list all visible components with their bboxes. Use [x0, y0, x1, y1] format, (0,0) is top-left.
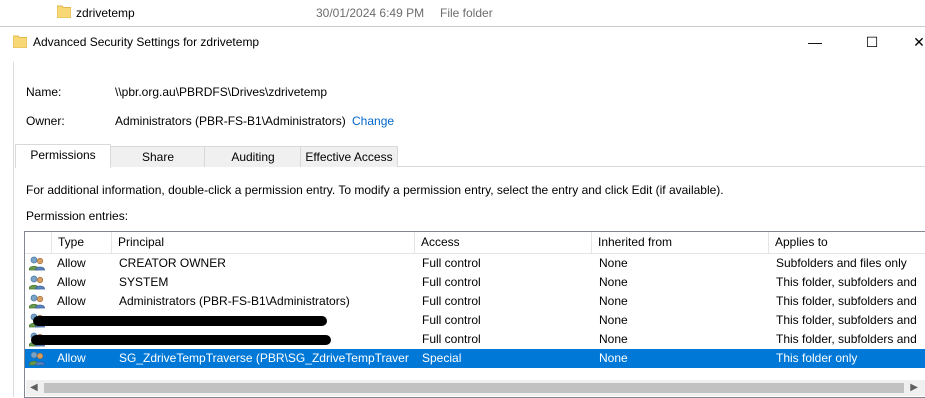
scroll-right-icon[interactable]: ▶ [910, 382, 918, 393]
table-row[interactable]: Full control None This folder, subfolders … [25, 311, 925, 330]
explorer-file-name: zdrivetemp [76, 6, 135, 20]
window-title: Advanced Security Settings for zdrivetem… [33, 35, 260, 49]
column-applies-to[interactable]: Applies to [769, 232, 925, 253]
list-header: Type Principal Access Inherited from App… [25, 232, 925, 254]
cell-applies-to: This folder, subfolders and [776, 275, 917, 289]
tab-effective-access[interactable]: Effective Access [300, 146, 398, 167]
maximize-button[interactable]: ☐ [849, 27, 895, 57]
cell-access: Full control [422, 313, 481, 327]
name-value: \\pbr.org.au\PBRDFS\Drives\zdrivetemp [115, 85, 328, 99]
column-icon [25, 232, 52, 253]
cell-access: Full control [422, 275, 481, 289]
cell-inherited-from: None [599, 275, 628, 289]
table-row[interactable]: Allow Administrators (PBR-FS-B1\Administr… [25, 292, 925, 311]
redaction-mark [31, 335, 331, 345]
minimize-button[interactable]: — [792, 27, 838, 57]
change-owner-link[interactable]: Change [352, 114, 394, 128]
cell-type: Allow [57, 275, 86, 289]
close-button[interactable]: ✕ [896, 27, 925, 57]
users-icon [28, 275, 45, 290]
cell-principal: Administrators (PBR-FS-B1\Administrators… [119, 294, 350, 308]
folder-icon [12, 35, 28, 51]
cell-applies-to: This folder, subfolders and [776, 332, 917, 346]
redaction-mark [33, 316, 327, 326]
cell-type: Allow [57, 256, 86, 270]
column-type[interactable]: Type [52, 232, 112, 253]
owner-value: Administrators (PBR-FS-B1\Administrators… [115, 114, 346, 128]
name-label: Name: [26, 85, 62, 99]
info-text: For additional information, double-click… [26, 183, 724, 197]
owner-label: Owner: [26, 114, 65, 128]
cell-applies-to: This folder, subfolders and [776, 294, 917, 308]
permission-entries-label: Permission entries: [26, 209, 129, 223]
scroll-left-icon[interactable]: ◀ [30, 382, 38, 393]
cell-principal: SG_ZdriveTempTraverse (PBR\SG_ZdriveTemp… [119, 351, 409, 365]
column-principal[interactable]: Principal [112, 232, 415, 253]
folder-icon [56, 5, 72, 21]
cell-applies-to: This folder, subfolders and [776, 313, 917, 327]
cell-access: Full control [422, 294, 481, 308]
table-row[interactable]: Allow SYSTEM Full control None This folder, … [25, 273, 925, 292]
cell-principal: SYSTEM [119, 275, 169, 289]
scroll-thumb[interactable] [44, 383, 904, 393]
cell-applies-to: Subfolders and files only [776, 256, 907, 270]
cell-inherited-from: None [599, 313, 628, 327]
column-access[interactable]: Access [415, 232, 592, 253]
users-icon [28, 351, 45, 366]
cell-applies-to: This folder only [776, 351, 858, 365]
tab-permissions[interactable]: Permissions [15, 144, 111, 168]
table-row[interactable]: Allow SG_ZdriveTempTraverse (PBR\SG_Zdriv… [25, 349, 925, 368]
explorer-file-type: File folder [440, 6, 493, 20]
cell-access: Special [422, 351, 462, 365]
column-inherited-from[interactable]: Inherited from [592, 232, 769, 253]
explorer-file-row[interactable]: zdrivetemp 30/01/2024 6:49 PM File folde… [0, 0, 925, 26]
cell-principal: CREATOR OWNER [119, 256, 226, 270]
explorer-file-date: 30/01/2024 6:49 PM [316, 6, 425, 20]
table-row[interactable]: Full control None This folder, subfolders … [25, 330, 925, 349]
users-icon [28, 294, 45, 309]
tab-auditing[interactable]: Auditing [204, 146, 302, 167]
table-row[interactable]: Allow CREATOR OWNER Full control None Subfol… [25, 254, 925, 273]
cell-access: Full control [422, 332, 481, 346]
cell-inherited-from: None [599, 256, 628, 270]
users-icon [28, 256, 45, 271]
title-bar[interactable]: Advanced Security Settings for zdrivetem… [0, 27, 925, 57]
cell-access: Full control [422, 256, 481, 270]
tab-share[interactable]: Share [110, 146, 206, 167]
cell-type: Allow [57, 294, 86, 308]
cell-type: Allow [57, 351, 86, 365]
cell-inherited-from: None [599, 351, 628, 365]
permission-entries-list[interactable]: Type Principal Access Inherited from App… [24, 231, 925, 398]
cell-inherited-from: None [599, 294, 628, 308]
cell-inherited-from: None [599, 332, 628, 346]
horizontal-scrollbar[interactable]: ◀ ▶ [26, 380, 925, 396]
